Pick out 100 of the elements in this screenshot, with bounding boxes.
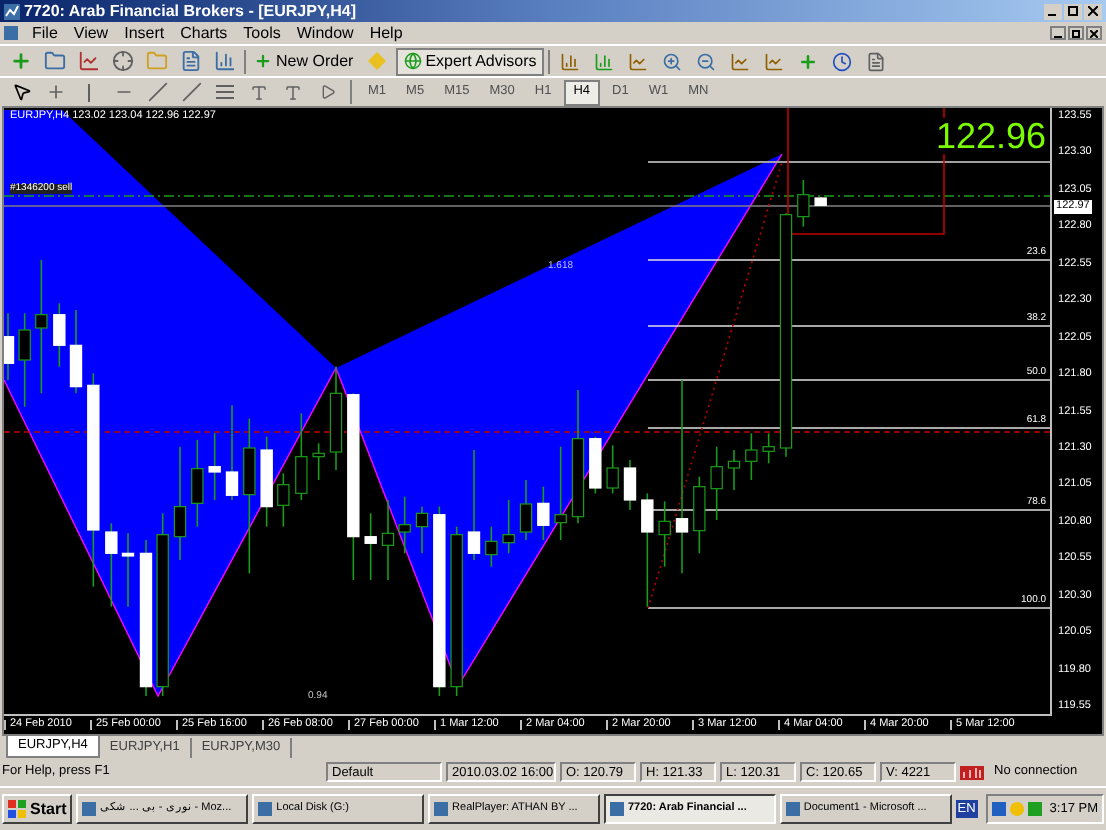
candle bbox=[589, 435, 602, 495]
app-icon bbox=[785, 802, 800, 816]
candle bbox=[814, 195, 827, 208]
candle bbox=[415, 505, 429, 555]
globe-icon bbox=[403, 52, 422, 70]
candle bbox=[295, 412, 308, 501]
market-watch-button[interactable] bbox=[74, 47, 104, 75]
candle bbox=[53, 302, 66, 368]
candle bbox=[191, 439, 204, 528]
fibonacci-icon bbox=[216, 84, 234, 100]
new-order-button[interactable]: New Order bbox=[250, 47, 358, 75]
menu-item[interactable]: Insert bbox=[116, 25, 173, 41]
candle bbox=[693, 475, 706, 555]
candle bbox=[312, 442, 325, 481]
chart-window-icon bbox=[4, 26, 18, 40]
data-window-button[interactable] bbox=[210, 47, 240, 75]
close-button[interactable] bbox=[1084, 3, 1102, 19]
candle bbox=[4, 312, 15, 381]
candle bbox=[329, 365, 343, 471]
big-price: 122.96 bbox=[935, 118, 1047, 154]
candle bbox=[381, 499, 395, 581]
candle bbox=[208, 432, 221, 501]
bars-icon bbox=[214, 50, 236, 72]
clock-icon bbox=[831, 51, 852, 71]
candle bbox=[105, 522, 118, 608]
crosshair-icon bbox=[112, 50, 134, 72]
candle bbox=[762, 432, 775, 465]
plus-icon bbox=[797, 51, 818, 71]
maximize-button[interactable] bbox=[1064, 3, 1082, 19]
app-icon bbox=[4, 3, 20, 19]
text-icon bbox=[250, 83, 268, 101]
candle bbox=[398, 495, 411, 555]
minimize-button[interactable] bbox=[1050, 26, 1066, 40]
diamond-icon bbox=[367, 52, 386, 70]
menu-item[interactable]: Charts bbox=[172, 25, 236, 41]
chart-icon bbox=[729, 51, 750, 71]
candle bbox=[18, 312, 31, 408]
close-button[interactable] bbox=[1086, 26, 1102, 40]
window-title: 7720: Arab Financial Brokers - [EURJPY,H4] bbox=[24, 3, 356, 19]
candle bbox=[623, 459, 637, 511]
document-icon bbox=[180, 50, 202, 72]
navigator-button[interactable] bbox=[108, 47, 138, 75]
candle bbox=[745, 432, 758, 481]
maximize-icon bbox=[1068, 6, 1078, 16]
candle bbox=[121, 532, 135, 608]
channel-icon bbox=[181, 82, 201, 102]
candles-icon bbox=[593, 51, 614, 71]
candle bbox=[554, 445, 567, 541]
app-icon bbox=[258, 802, 273, 816]
app-icon bbox=[434, 802, 449, 816]
arrow-icon bbox=[319, 84, 335, 100]
close-icon bbox=[1088, 6, 1098, 16]
start-button[interactable]: Start bbox=[2, 794, 73, 824]
app-icon bbox=[82, 802, 97, 816]
minimize-button[interactable] bbox=[1044, 3, 1062, 19]
candle bbox=[710, 445, 723, 521]
label-icon bbox=[284, 83, 302, 101]
chart-icon bbox=[78, 50, 100, 72]
candle bbox=[502, 499, 515, 555]
restore-button[interactable] bbox=[1068, 26, 1084, 40]
candle bbox=[727, 449, 741, 491]
folder-icon bbox=[44, 50, 66, 72]
template-icon bbox=[865, 51, 886, 71]
candle bbox=[519, 479, 533, 541]
zoom-out-icon bbox=[695, 51, 716, 71]
trendline-icon bbox=[147, 82, 167, 102]
candle bbox=[277, 472, 290, 528]
candle bbox=[571, 389, 585, 525]
menu-item[interactable]: View bbox=[65, 25, 117, 41]
candle bbox=[485, 525, 498, 568]
close-icon bbox=[1090, 29, 1098, 37]
bars-icon bbox=[559, 51, 580, 71]
app-icon bbox=[609, 802, 624, 816]
menu-item[interactable]: Window bbox=[288, 25, 362, 41]
windows-logo-icon bbox=[8, 800, 26, 818]
vertical-line-icon bbox=[87, 83, 91, 101]
plus-icon bbox=[254, 52, 272, 70]
menu-item[interactable]: File bbox=[24, 25, 66, 41]
candle bbox=[364, 512, 377, 581]
line-chart-icon bbox=[627, 51, 648, 71]
menu-item[interactable]: Help bbox=[361, 25, 411, 41]
expert-advisors-button[interactable]: Expert Advisors bbox=[395, 47, 545, 75]
candle bbox=[797, 179, 810, 228]
zoom-in-icon bbox=[661, 51, 682, 71]
chart-icon bbox=[763, 51, 784, 71]
candle bbox=[225, 404, 239, 501]
cursor-icon bbox=[11, 82, 31, 102]
menu-item[interactable]: Tools bbox=[235, 25, 289, 41]
candle bbox=[606, 444, 619, 495]
folder-icon bbox=[146, 50, 168, 72]
plus-icon bbox=[10, 50, 32, 72]
candle bbox=[641, 492, 654, 608]
candle bbox=[260, 435, 273, 528]
candle bbox=[173, 445, 187, 561]
candle bbox=[467, 449, 481, 561]
candle bbox=[69, 309, 83, 395]
crosshair-icon bbox=[45, 82, 65, 102]
connection-status-icon bbox=[960, 765, 984, 779]
restore-icon bbox=[1072, 29, 1080, 37]
candle bbox=[658, 500, 671, 568]
